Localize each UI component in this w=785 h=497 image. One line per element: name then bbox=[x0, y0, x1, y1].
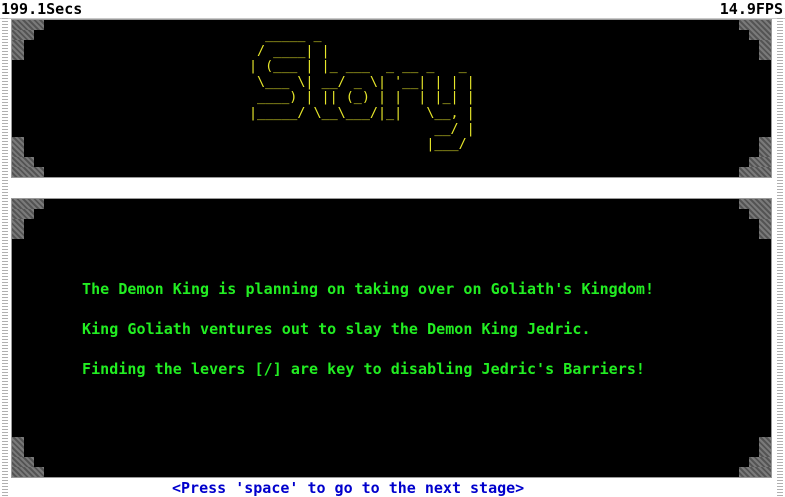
corner-ornament bbox=[12, 137, 44, 177]
corner-ornament bbox=[739, 20, 771, 60]
left-border-pattern bbox=[2, 18, 8, 497]
story-line-2: King Goliath ventures out to slay the De… bbox=[82, 320, 591, 338]
corner-ornament bbox=[739, 137, 771, 177]
corner-ornament bbox=[12, 199, 44, 239]
story-line-1: The Demon King is planning on taking ove… bbox=[82, 280, 655, 298]
hud-bar: 199.1Secs 14.9FPS bbox=[0, 0, 785, 19]
story-ascii-title: _____ _ / ____| | | (___ | |_ ___ _ __ _… bbox=[249, 28, 475, 153]
fps-readout: 14.9FPS bbox=[719, 0, 783, 18]
corner-ornament bbox=[739, 199, 771, 239]
title-panel: _____ _ / ____| | | (___ | |_ ___ _ __ _… bbox=[11, 19, 772, 178]
story-line-3: Finding the levers [/] are key to disabl… bbox=[82, 360, 646, 378]
corner-ornament bbox=[12, 20, 44, 60]
story-panel: The Demon King is planning on taking ove… bbox=[11, 198, 772, 478]
corner-ornament bbox=[12, 437, 44, 477]
right-border-pattern bbox=[777, 18, 783, 497]
continue-prompt[interactable]: <Press 'space' to go to the next stage> bbox=[172, 479, 524, 497]
corner-ornament bbox=[739, 437, 771, 477]
timer-readout: 199.1Secs bbox=[1, 0, 83, 18]
